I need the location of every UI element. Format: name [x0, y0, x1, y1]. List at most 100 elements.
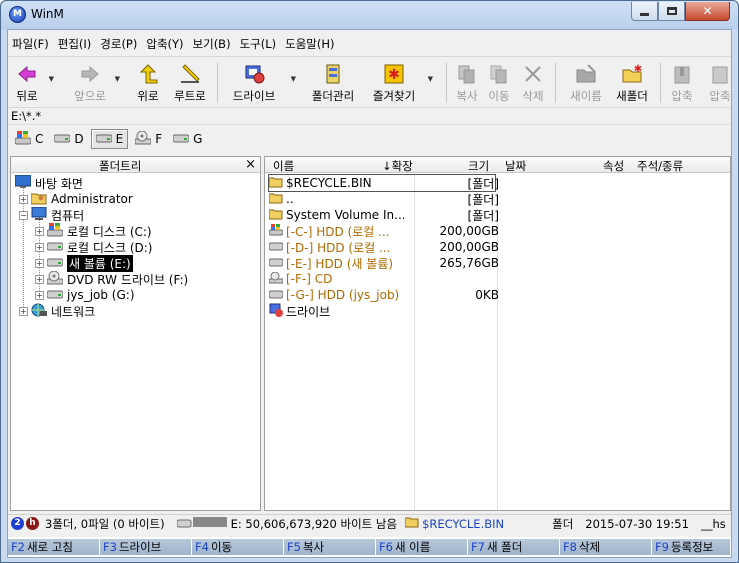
root-icon	[179, 63, 201, 85]
file-row[interactable]: $RECYCLE.BIN [폴더]	[268, 174, 499, 192]
tree-item-drive-c[interactable]: + 로컬 디스크 (C:)	[35, 222, 152, 240]
compress-extra-button[interactable]: 압축	[705, 61, 731, 105]
menu-edit[interactable]: 편집(I)	[54, 34, 96, 54]
current-item: $RECYCLE.BIN	[422, 516, 505, 531]
fkey-f7-new-folder[interactable]: F7 새 폴더	[468, 539, 560, 555]
menu-compress[interactable]: 압축(Y)	[142, 34, 187, 54]
file-row[interactable]: [-D-] HDD (로컬 ... 200,00GB	[268, 239, 499, 255]
toolbar-separator	[555, 63, 556, 103]
move-button[interactable]: 이동	[486, 61, 512, 105]
fkey-f4-move[interactable]: F4 이동	[192, 539, 284, 555]
up-button[interactable]: 위로	[133, 61, 163, 105]
status-badge-red[interactable]: h	[26, 517, 39, 530]
expand-icon[interactable]: +	[35, 274, 44, 284]
drive-button[interactable]: 드라이브 ▼	[228, 61, 296, 105]
forward-button[interactable]: 앞으로 ▼	[70, 61, 120, 105]
folder-tree-title: 폴더트리	[99, 159, 142, 173]
tree-item-drive-d[interactable]: + 로컬 디스크 (D:)	[35, 239, 152, 255]
delete-button[interactable]: 삭제	[520, 61, 546, 105]
drive-c[interactable]: C	[11, 129, 47, 149]
back-dropdown-icon[interactable]: ▼	[49, 75, 54, 83]
drive-e[interactable]: E	[90, 129, 129, 149]
file-row[interactable]: [-G-] HDD (jys_job) 0KB	[268, 287, 499, 303]
close-tree-icon[interactable]: ×	[245, 157, 256, 172]
copy-button[interactable]: 복사	[454, 61, 480, 105]
column-size[interactable]: 크기	[468, 158, 489, 174]
fkey-f8-delete[interactable]: F8 삭제	[560, 539, 652, 555]
computer-icon	[31, 206, 47, 224]
menu-tools[interactable]: 도구(L)	[236, 34, 281, 54]
tree-item-computer[interactable]: − 컴퓨터	[19, 206, 84, 224]
expand-icon[interactable]: +	[35, 226, 44, 236]
path-bar[interactable]: E:\*.*	[8, 109, 731, 125]
favorites-button[interactable]: ✱ 즐겨찾기 ▼	[369, 61, 433, 105]
close-button[interactable]: ✕	[685, 2, 730, 21]
tree-item-administrator[interactable]: + Administrator	[19, 191, 133, 207]
tree-item-drive-e[interactable]: + 새 볼륨 (E:)	[35, 254, 133, 272]
tree-item-drive-g[interactable]: + jys_job (G:)	[35, 287, 135, 303]
system-drive-icon	[46, 222, 64, 240]
fkey-f9-properties[interactable]: F9 등록정보	[652, 539, 731, 555]
tree-item-drive-f[interactable]: + DVD RW 드라이브 (F:)	[35, 270, 188, 287]
back-arrow-icon	[16, 63, 38, 85]
collapse-icon[interactable]: −	[19, 210, 28, 220]
drive-f[interactable]: F	[131, 129, 166, 149]
file-row[interactable]: [-C-] HDD (로컬 ... 200,00GB	[268, 223, 499, 239]
minimize-button[interactable]	[631, 2, 658, 21]
file-row[interactable]: [-F-] CD	[268, 271, 404, 287]
file-row[interactable]: .. [폴더]	[268, 191, 499, 207]
column-ext[interactable]: ↓확장	[382, 158, 413, 174]
column-attr[interactable]: 속성	[603, 158, 624, 174]
user-folder-icon	[30, 191, 47, 208]
drive-icon	[269, 303, 283, 320]
fkey-f3-drive[interactable]: F3 드라이브	[100, 539, 192, 555]
drive-dropdown-icon[interactable]: ▼	[291, 75, 296, 83]
expand-icon[interactable]: +	[35, 258, 44, 268]
tree-item-network[interactable]: + 네트워크	[19, 303, 95, 319]
expand-icon[interactable]: +	[35, 242, 44, 252]
expand-icon[interactable]: +	[19, 306, 28, 316]
close-icon: ✕	[702, 4, 713, 18]
favorites-dropdown-icon[interactable]: ▼	[428, 75, 433, 83]
dvd-drive-icon	[134, 130, 152, 148]
column-date[interactable]: 날짜	[505, 158, 526, 174]
compress-button[interactable]: 압축	[668, 61, 696, 105]
menu-file[interactable]: 파일(F)	[8, 34, 53, 54]
minimize-icon	[640, 13, 649, 16]
fkey-f2-refresh[interactable]: F2 새로 고침	[8, 539, 100, 555]
back-button[interactable]: 뒤로 ▼	[12, 61, 54, 105]
menu-view[interactable]: 보기(B)	[189, 34, 235, 54]
expand-icon[interactable]: +	[35, 290, 44, 300]
function-key-bar: F2 새로 고침 F3 드라이브 F4 이동 F5 복사 F6 새 이름 F7 새 폴더 F…	[8, 537, 731, 557]
file-row[interactable]: System Volume In... [폴더]	[268, 207, 499, 223]
drive-d[interactable]: D	[50, 129, 87, 149]
rename-button[interactable]: 새이름	[566, 61, 606, 105]
status-badge-blue[interactable]: 2	[11, 517, 24, 530]
menu-path[interactable]: 경로(P)	[96, 34, 141, 54]
fkey-f5-copy[interactable]: F5 복사	[284, 539, 376, 555]
toolbar: 뒤로 ▼ 앞으로 ▼ 위로 루트로 드라이브 ▼ 폴더관리 ✱ 즐겨찾기 ▼ 복…	[8, 56, 731, 108]
folder-manage-button[interactable]: 폴더관리	[306, 61, 360, 105]
forward-dropdown-icon[interactable]: ▼	[115, 75, 120, 83]
hard-drive-icon	[46, 288, 64, 302]
column-name[interactable]: 이름	[273, 158, 294, 174]
column-comment[interactable]: 주석/종류	[637, 158, 683, 174]
toolbar-separator	[446, 63, 447, 103]
expand-icon[interactable]: +	[19, 194, 28, 204]
tree-item-desktop[interactable]: 바탕 화면	[14, 174, 83, 191]
title-bar[interactable]: M WinM ✕	[1, 1, 738, 29]
hard-drive-icon	[268, 256, 284, 270]
app-logo-icon[interactable]: M	[9, 6, 26, 23]
menu-help[interactable]: 도움말(H)	[281, 34, 338, 54]
file-row[interactable]: 드라이브	[269, 303, 404, 319]
file-row[interactable]: [-E-] HDD (새 볼륨) 265,76GB	[268, 255, 499, 271]
current-item-datetime: 2015-07-30 19:51	[585, 516, 689, 531]
maximize-button[interactable]	[658, 2, 685, 21]
new-folder-button[interactable]: ✱ 새폴더	[612, 61, 652, 105]
current-item-type: 폴더	[552, 516, 574, 531]
dvd-drive-icon	[268, 271, 284, 287]
root-button[interactable]: 루트로	[170, 61, 210, 105]
fkey-f6-rename[interactable]: F6 새 이름	[376, 539, 468, 555]
new-folder-icon: ✱	[621, 63, 643, 85]
drive-g[interactable]: G	[169, 129, 206, 149]
